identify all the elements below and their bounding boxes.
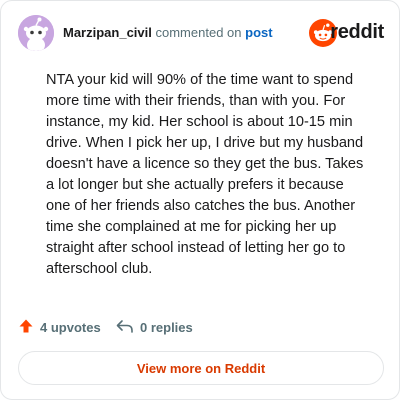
replies-count: 0 replies (140, 319, 193, 335)
upvote-button[interactable]: 4 upvotes (18, 317, 101, 337)
upvotes-count: 4 upvotes (40, 319, 101, 335)
card-header: Marzipan_civil commented on post reddit (18, 15, 384, 51)
reply-arrow-icon (116, 318, 140, 337)
upvote-arrow-icon (18, 318, 40, 337)
comment-card: Marzipan_civil commented on post reddit (0, 0, 400, 400)
comment-body: NTA your kid will 90% of the time want t… (46, 72, 364, 277)
username-link[interactable]: Marzipan_civil (63, 25, 152, 40)
snoo-avatar-icon[interactable] (18, 15, 54, 51)
replies-button[interactable]: 0 replies (116, 317, 193, 337)
view-more-button[interactable]: View more on Reddit (18, 351, 384, 385)
post-link[interactable]: post (245, 25, 272, 40)
commented-on-text: commented on (155, 25, 242, 40)
reddit-wordmark: reddit (330, 21, 384, 43)
comment-meta: Marzipan_civil commented on post (63, 25, 273, 41)
